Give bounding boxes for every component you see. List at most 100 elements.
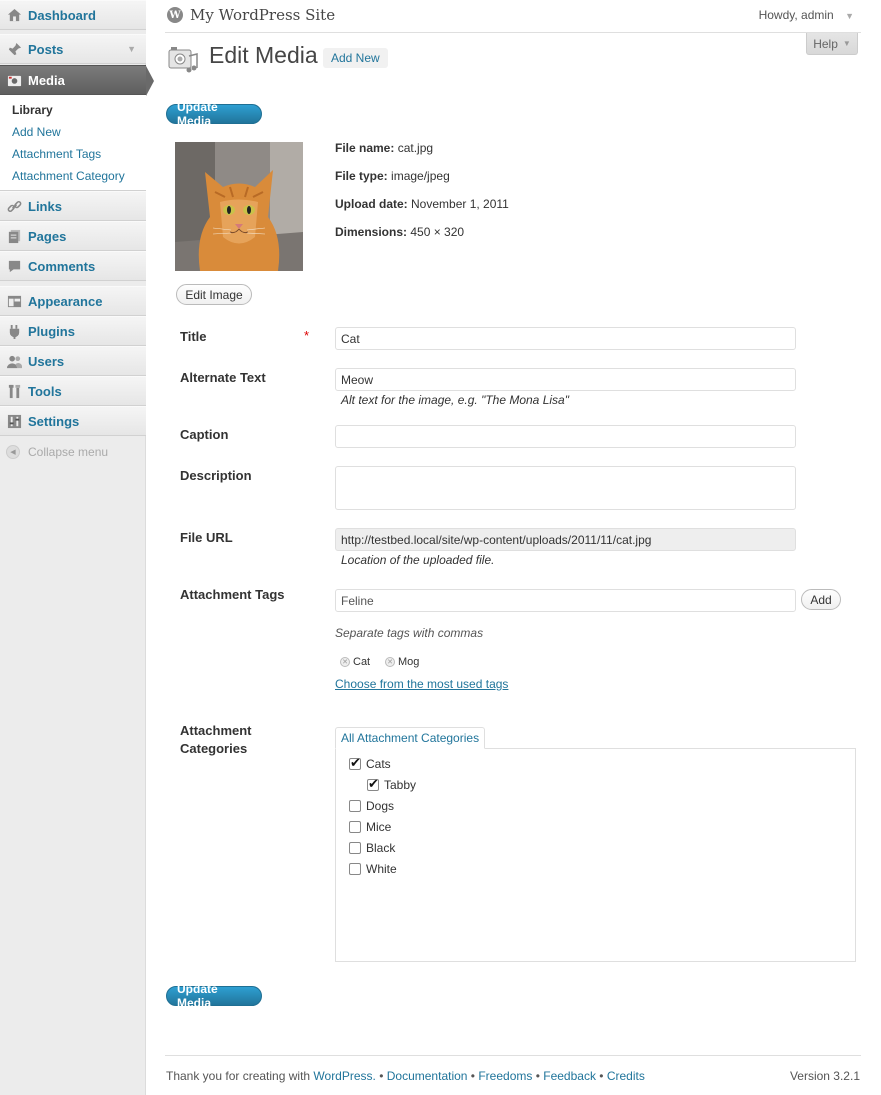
- menu-dashboard[interactable]: Dashboard: [0, 0, 146, 30]
- file-url-input[interactable]: [335, 528, 796, 551]
- submenu-attachment-tags[interactable]: Attachment Tags: [12, 147, 101, 161]
- tag-item-label: Mog: [398, 656, 420, 668]
- chevron-down-icon: ▼: [127, 44, 136, 54]
- tools-icon: [6, 383, 22, 399]
- users-icon: [6, 353, 22, 369]
- description-textarea[interactable]: [335, 466, 796, 510]
- meta-upload-date-value: November 1, 2011: [411, 197, 509, 211]
- menu-plugins-label: Plugins: [28, 323, 75, 339]
- menu-tools[interactable]: Tools: [0, 376, 146, 406]
- plugin-icon: [6, 323, 22, 339]
- category-item-white[interactable]: White: [349, 862, 397, 876]
- meta-file-name-value: cat.jpg: [397, 141, 434, 155]
- howdy-text: Howdy, admin: [758, 8, 834, 22]
- help-label: Help: [813, 36, 838, 51]
- footer-thanks: Thank you for creating with: [166, 1069, 314, 1083]
- alt-text-help: Alt text for the image, e.g. "The Mona L…: [341, 393, 569, 407]
- chevron-down-icon: ▼: [845, 11, 854, 21]
- menu-users-label: Users: [28, 353, 65, 369]
- submenu-add-new[interactable]: Add New: [12, 125, 61, 139]
- tab-all-attachment-categories[interactable]: All Attachment Categories: [335, 727, 486, 749]
- pin-icon: [6, 41, 22, 57]
- alt-text-input[interactable]: [335, 368, 796, 391]
- meta-file-name: File name: cat.jpg: [335, 141, 433, 155]
- footer-credits-link[interactable]: Credits: [607, 1069, 645, 1083]
- footer-bullet: •: [467, 1069, 479, 1083]
- tag-item: ✕ Cat: [340, 656, 370, 668]
- menu-pages[interactable]: Pages: [0, 221, 146, 251]
- category-checkbox[interactable]: [349, 863, 361, 875]
- site-title[interactable]: W My WordPress Site: [167, 6, 335, 24]
- collapse-menu-label: Collapse menu: [28, 445, 109, 459]
- help-tab[interactable]: Help ▼: [806, 33, 858, 55]
- dashboard-icon: [6, 7, 22, 23]
- update-media-button-top[interactable]: Update Media: [166, 100, 262, 128]
- file-url-help: Location of the uploaded file.: [341, 553, 495, 567]
- menu-plugins[interactable]: Plugins: [0, 316, 146, 346]
- user-menu[interactable]: Howdy, admin ▼: [759, 8, 854, 22]
- settings-icon: [6, 413, 22, 429]
- meta-dimensions-value: 450 × 320: [410, 225, 465, 239]
- category-checkbox[interactable]: [349, 800, 361, 812]
- attachment-categories-label-line2: Categories: [180, 741, 248, 756]
- edit-image-button[interactable]: Edit Image: [176, 284, 252, 305]
- footer-documentation-link[interactable]: Documentation: [387, 1069, 468, 1083]
- category-item-dogs[interactable]: Dogs: [349, 799, 394, 813]
- media-icon: [6, 72, 22, 88]
- menu-links[interactable]: Links: [0, 191, 146, 221]
- add-tag-button[interactable]: Add: [801, 589, 841, 610]
- menu-settings[interactable]: Settings: [0, 406, 146, 436]
- title-input[interactable]: [335, 327, 796, 350]
- remove-tag-icon[interactable]: ✕: [340, 657, 350, 667]
- caption-label: Caption: [180, 427, 229, 442]
- menu-appearance[interactable]: Appearance: [0, 286, 146, 316]
- collapse-menu[interactable]: ◀ Collapse menu: [6, 445, 108, 459]
- footer-bullet: •: [595, 1069, 607, 1083]
- menu-users[interactable]: Users: [0, 346, 146, 376]
- footer-feedback-link[interactable]: Feedback: [543, 1069, 596, 1083]
- tag-item: ✕ Mog: [385, 656, 419, 668]
- site-title-text: My WordPress Site: [190, 6, 336, 24]
- menu-appearance-label: Appearance: [28, 293, 103, 309]
- most-used-tags-link[interactable]: Choose from the most used tags: [335, 677, 508, 691]
- meta-file-type: File type: image/jpeg: [335, 169, 450, 183]
- file-url-label: File URL: [180, 530, 233, 545]
- category-checkbox[interactable]: [367, 776, 379, 792]
- caption-input[interactable]: [335, 425, 796, 448]
- meta-upload-date: Upload date: November 1, 2011: [335, 197, 509, 211]
- category-item-black[interactable]: Black: [349, 841, 395, 855]
- category-item-mice[interactable]: Mice: [349, 820, 391, 834]
- submenu-library[interactable]: Library: [12, 103, 53, 117]
- category-label: Cats: [366, 757, 391, 771]
- collapse-icon: ◀: [6, 445, 20, 459]
- title-label: Title: [180, 329, 207, 344]
- categories-checklist: Cats Tabby Dogs Mice Black White: [335, 748, 856, 962]
- category-checkbox[interactable]: [349, 755, 361, 771]
- menu-posts[interactable]: Posts ▼: [0, 34, 146, 64]
- footer-bullet: •: [532, 1069, 544, 1083]
- footer-freedoms-link[interactable]: Freedoms: [478, 1069, 532, 1083]
- footer-credits: Thank you for creating with WordPress. •…: [166, 1069, 645, 1083]
- meta-upload-date-label: Upload date:: [335, 197, 408, 211]
- tags-help: Separate tags with commas: [335, 626, 484, 640]
- version-text: Version 3.2.1: [789, 1069, 860, 1083]
- menu-comments[interactable]: Comments: [0, 251, 146, 281]
- add-new-button[interactable]: Add New: [323, 48, 388, 68]
- category-checkbox[interactable]: [349, 842, 361, 854]
- category-item-tabby[interactable]: Tabby: [367, 776, 416, 792]
- footer-wordpress-link[interactable]: WordPress.: [313, 1069, 375, 1083]
- footer-divider: [165, 1055, 861, 1056]
- submenu-attachment-category[interactable]: Attachment Category: [12, 169, 125, 183]
- remove-tag-icon[interactable]: ✕: [385, 657, 395, 667]
- media-submenu: Library Add New Attachment Tags Attachme…: [0, 95, 146, 191]
- page-title: Edit Media: [209, 42, 318, 68]
- update-media-button-bottom[interactable]: Update Media: [166, 982, 262, 1010]
- description-label: Description: [180, 468, 252, 483]
- wordpress-logo-icon: W: [167, 7, 183, 23]
- menu-media[interactable]: Media: [0, 65, 154, 96]
- comment-icon: [6, 258, 22, 274]
- footer-bullet: •: [375, 1069, 387, 1083]
- category-checkbox[interactable]: [349, 821, 361, 833]
- category-item-cats[interactable]: Cats: [349, 755, 391, 771]
- tags-input[interactable]: [335, 589, 796, 612]
